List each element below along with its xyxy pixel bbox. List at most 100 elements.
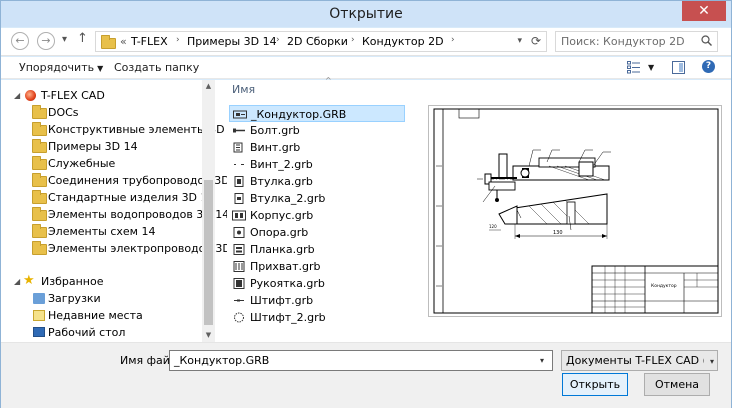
sidebar-item-label: Элементы схем 14 (48, 225, 156, 238)
sidebar-item-label: DOCs (48, 106, 79, 119)
file-item[interactable]: Болт.grb (229, 122, 405, 139)
breadcrumb-item[interactable]: Кондуктор 2D (362, 35, 444, 48)
column-header-name[interactable]: Имя (232, 83, 255, 96)
sidebar-item-folder[interactable]: Стандартные изделия 3D 14 (1, 189, 215, 206)
address-bar[interactable]: « T-FLEX › Примеры 3D 14 › 2D Сборки › К… (95, 31, 547, 52)
sidebar-item-label: Элементы электропроводов 3D 14 (48, 242, 249, 255)
file-item[interactable]: Корпус.grb (229, 207, 405, 224)
filename-input[interactable]: _Кондуктор.GRB (169, 350, 553, 371)
view-details-icon[interactable] (627, 61, 641, 74)
forward-button[interactable]: → (37, 32, 55, 50)
close-button[interactable]: ✕ (682, 1, 726, 21)
folder-icon (32, 190, 47, 204)
search-icon[interactable] (701, 35, 712, 46)
address-dropdown-button[interactable]: ▾ (517, 36, 522, 46)
folder-icon (32, 241, 47, 255)
chevron-down-icon: ▾ (709, 357, 714, 366)
sidebar-item-label: Стандартные изделия 3D 14 (48, 191, 215, 204)
grb-file-icon (234, 299, 244, 302)
back-button[interactable]: ← (11, 32, 29, 50)
filename-dropdown-icon[interactable]: ▾ (540, 356, 544, 365)
breadcrumb-overflow[interactable]: « (120, 35, 127, 48)
file-name: Опора.grb (250, 226, 309, 239)
filetype-select[interactable]: Документы T-FLEX CAD (*.grs, *.grb) ▾ (561, 350, 718, 371)
cancel-button[interactable]: Отмена (644, 373, 710, 396)
file-list: Имя ^ _Кондуктор.GRB Болт.grb Винт.grb В… (227, 76, 427, 342)
grb-file-icon (233, 244, 245, 255)
breadcrumb-separator[interactable]: › (451, 35, 455, 45)
recent-places-icon (33, 310, 45, 321)
sidebar-item-folder[interactable]: Элементы электропроводов 3D 14 (1, 240, 248, 257)
up-level-button[interactable]: ↑ (77, 31, 88, 46)
downloads-icon (33, 293, 45, 304)
new-folder-button[interactable]: Создать папку (114, 61, 199, 74)
file-name: Корпус.grb (250, 209, 314, 222)
search-input[interactable]: Поиск: Кондуктор 2D (561, 35, 685, 48)
sidebar-item-folder[interactable]: Служебные (1, 155, 201, 172)
grb-file-icon (233, 227, 245, 238)
breadcrumb-separator[interactable]: › (276, 35, 280, 45)
search-box[interactable]: Поиск: Кондуктор 2D (555, 31, 718, 52)
dialog-footer: Имя файла: _Кондуктор.GRB ▾ Документы T-… (1, 342, 731, 408)
help-icon[interactable]: ? (702, 60, 715, 73)
file-name: Винт_2.grb (250, 158, 313, 171)
file-item[interactable]: Прихват.grb (229, 258, 405, 275)
view-options-dropdown[interactable]: ▼ (648, 63, 654, 72)
folder-icon (32, 156, 47, 170)
filetype-value: Документы T-FLEX CAD (*.grs, *.grb) (566, 354, 704, 367)
refresh-icon[interactable]: ⟳ (531, 34, 541, 48)
recent-locations-button[interactable]: ▾ (62, 34, 67, 45)
grb-file-icon (232, 210, 246, 221)
sidebar-item-recent-places[interactable]: Недавние места (1, 307, 201, 324)
preview-pane-icon[interactable] (672, 61, 685, 74)
navigation-pane: ◢ T-FLEX CAD DOCs Конструктивные элемент… (1, 80, 248, 342)
sidebar-item-downloads[interactable]: Загрузки (1, 290, 201, 307)
folder-icon (32, 105, 47, 119)
organize-button[interactable]: Упорядочить ▼ (19, 61, 103, 74)
file-item[interactable]: Штифт.grb (229, 292, 405, 309)
file-item[interactable]: Планка.grb (229, 241, 405, 258)
breadcrumb-separator[interactable]: › (176, 35, 180, 45)
grb-file-icon (234, 312, 244, 323)
sidebar-item-folder[interactable]: Примеры 3D 14 (1, 138, 201, 155)
title-bar: Открытие ✕ (1, 1, 731, 27)
sidebar-item-favorites[interactable]: ◢ ★ Избранное (1, 273, 201, 290)
sidebar-item-desktop[interactable]: Рабочий стол (1, 324, 201, 341)
file-item[interactable]: Втулка.grb (229, 173, 405, 190)
sidebar-item-tflex-cad[interactable]: ◢ T-FLEX CAD (1, 87, 201, 104)
title-block-name: Кондуктор (651, 283, 677, 289)
scroll-up-arrow-icon[interactable]: ▲ (204, 82, 213, 90)
scroll-down-arrow-icon[interactable]: ▼ (204, 331, 213, 339)
sidebar-item-folder[interactable]: Элементы водопроводов 3D 14 (1, 206, 229, 223)
file-name: Болт.grb (250, 124, 300, 137)
file-item[interactable]: _Кондуктор.GRB (229, 105, 405, 122)
sidebar-item-folder[interactable]: Конструктивные элементы 3D 14 (1, 121, 242, 138)
collapse-triangle-icon[interactable]: ◢ (14, 277, 20, 286)
file-name: Втулка.grb (250, 175, 313, 188)
sidebar-item-folder[interactable]: Элементы схем 14 (1, 223, 201, 240)
file-item[interactable]: Рукоятка.grb (229, 275, 405, 292)
open-button[interactable]: Открыть (562, 373, 628, 396)
folder-icon (32, 207, 47, 221)
breadcrumb-item[interactable]: T-FLEX (131, 35, 168, 48)
sidebar-item-docs[interactable]: DOCs (1, 104, 201, 121)
file-item[interactable]: Винт_2.grb (229, 156, 405, 173)
file-item[interactable]: Винт.grb (229, 139, 405, 156)
forward-arrow-icon: → (41, 34, 51, 47)
folder-icon (32, 224, 47, 238)
sidebar-scrollbar-thumb[interactable] (204, 180, 213, 325)
file-item[interactable]: Штифт_2.grb (229, 309, 405, 326)
breadcrumb-item[interactable]: Примеры 3D 14 (187, 35, 277, 48)
breadcrumb-item[interactable]: 2D Сборки (287, 35, 348, 48)
command-toolbar: Упорядочить ▼ Создать папку ▼ ? (1, 57, 731, 79)
file-item[interactable]: Втулка_2.grb (229, 190, 405, 207)
dimension-label: 130 (553, 230, 563, 236)
grb-file-icon (234, 193, 244, 204)
collapse-triangle-icon[interactable]: ◢ (14, 91, 20, 100)
breadcrumb-separator[interactable]: › (351, 35, 355, 45)
folder-icon (32, 122, 47, 136)
sidebar-item-folder[interactable]: Соединения трубопроводов 3D 14 (1, 172, 247, 189)
file-item[interactable]: Опора.grb (229, 224, 405, 241)
grb-file-icon (233, 142, 243, 153)
file-name: Втулка_2.grb (250, 192, 326, 205)
